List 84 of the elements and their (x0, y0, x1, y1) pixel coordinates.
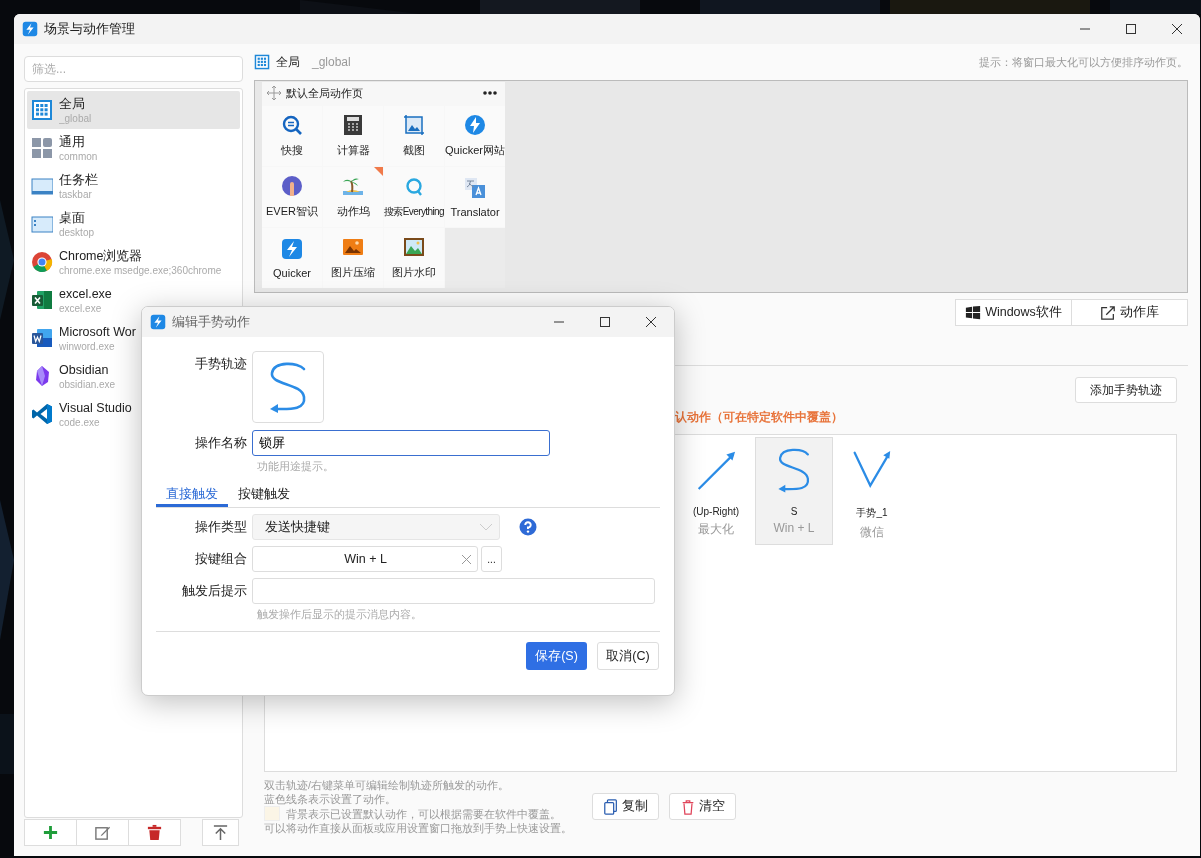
add-gesture-button[interactable]: 添加手势轨迹 (1075, 377, 1177, 403)
scene-item[interactable]: 桌面 desktop (27, 205, 240, 243)
more-button[interactable]: ... (481, 546, 502, 572)
plus-icon (42, 824, 59, 841)
lightning-icon (464, 114, 486, 136)
hint-text: 功能用途提示。 (257, 460, 335, 473)
tiles-icon (31, 137, 53, 159)
dialog-title: 编辑手势动作 (172, 313, 250, 331)
maximize-icon (1126, 24, 1136, 34)
code-editor-icon (31, 403, 53, 425)
filter-field[interactable]: 筛选... (24, 56, 243, 82)
copy-icon (603, 798, 619, 815)
document-icon (31, 327, 53, 349)
maximize-icon (600, 317, 610, 327)
image-icon (403, 114, 425, 136)
window-title: 场景与动作管理 (44, 20, 135, 38)
scene-item[interactable]: 任务栏 taskbar (27, 167, 240, 205)
gesture-item[interactable]: S Win + L (755, 437, 833, 545)
taskbar-icon (31, 175, 53, 197)
search-ring-icon (403, 175, 425, 198)
move-handle-icon (267, 86, 281, 100)
scene-item[interactable]: Chrome浏览器 chrome.exe msedge.exe;360chrome (27, 243, 240, 281)
desktop-icon (31, 213, 53, 235)
hotkey-field[interactable]: Win + L (252, 546, 478, 572)
gesture-item[interactable]: (Up-Right) 最大化 (677, 437, 755, 545)
framed-picture-icon (403, 236, 425, 258)
note-text: 蓝色线条表示设置了动作。 (264, 792, 396, 806)
grid-icon (31, 99, 53, 121)
save-button[interactable]: 保存(S) (526, 642, 587, 670)
scene-item[interactable]: Visual Studio code.exe (27, 395, 240, 433)
image-icon (342, 236, 364, 258)
palm-tree-icon (342, 175, 364, 197)
move-to-top-icon (212, 824, 229, 841)
field-label: 触发后提示 (181, 582, 248, 600)
field-label: 操作类型 (194, 518, 248, 536)
close-icon (1172, 24, 1182, 34)
delete-button[interactable] (128, 819, 181, 846)
spreadsheet-icon (31, 289, 53, 311)
tip-field[interactable] (252, 578, 655, 604)
field-label: 手势轨迹 (194, 356, 248, 373)
lightning-icon (281, 237, 303, 260)
add-button[interactable] (24, 819, 77, 846)
hint-text: 提示：将窗口最大化可以方便排序动作页。 (979, 54, 1188, 70)
gesture-item[interactable]: 手势_1 微信 (833, 437, 911, 545)
external-link-icon (1100, 304, 1116, 321)
edit-button[interactable] (76, 819, 129, 846)
action-library-button[interactable]: 动作库 (1071, 299, 1188, 326)
move-top-button[interactable] (202, 819, 239, 846)
note-text: 可以将动作直接从面板或应用设置窗口拖放到手势上快速设置。 (264, 821, 572, 835)
copy-button[interactable]: 复制 (592, 793, 659, 820)
scene-item[interactable]: 通用 common (27, 129, 240, 167)
note-text: 背景表示已设置默认动作，可以根据需要在软件中覆盖。 (286, 806, 561, 821)
name-field[interactable]: 锁屏 (252, 430, 550, 456)
windows-logo-icon (965, 304, 982, 321)
chrome-icon (31, 251, 53, 273)
scene-id: _global (312, 55, 351, 69)
field-label: 按键组合 (194, 550, 248, 568)
calculator-icon (342, 114, 364, 136)
notice-text: 认动作（可在特定软件中覆盖） (674, 409, 844, 425)
grid-icon (254, 54, 270, 70)
page-title: 默认全局动作页 (286, 85, 363, 101)
close-icon (646, 317, 656, 327)
trash-icon (680, 798, 696, 815)
edit-icon (94, 824, 111, 841)
more-icon (483, 91, 497, 95)
trash-icon (146, 824, 163, 841)
tab[interactable]: 按键触发 (228, 484, 300, 507)
scene-title: 全局 (276, 53, 300, 71)
help-icon (519, 518, 537, 536)
app-logo-icon (22, 21, 38, 37)
clear-button[interactable]: 清空 (669, 793, 736, 820)
finger-circle-icon (281, 175, 303, 197)
app-logo-icon (150, 314, 166, 330)
field-label: 操作名称 (194, 434, 248, 452)
clear-icon (462, 554, 471, 564)
chevron-down-icon (479, 523, 493, 531)
windows-apps-button[interactable]: Windows软件 (955, 299, 1072, 326)
action-type-dropdown[interactable]: 发送快捷键 (252, 514, 500, 540)
cancel-button[interactable]: 取消(C) (597, 642, 659, 670)
translate-icon (464, 176, 486, 199)
hint-text: 触发操作后显示的提示消息内容。 (257, 608, 423, 621)
note-text: 双击轨迹/右键菜单可编辑绘制轨迹所触发的动作。 (264, 778, 509, 792)
search-icon (281, 114, 303, 136)
tab[interactable]: 直接触发 (156, 484, 228, 507)
